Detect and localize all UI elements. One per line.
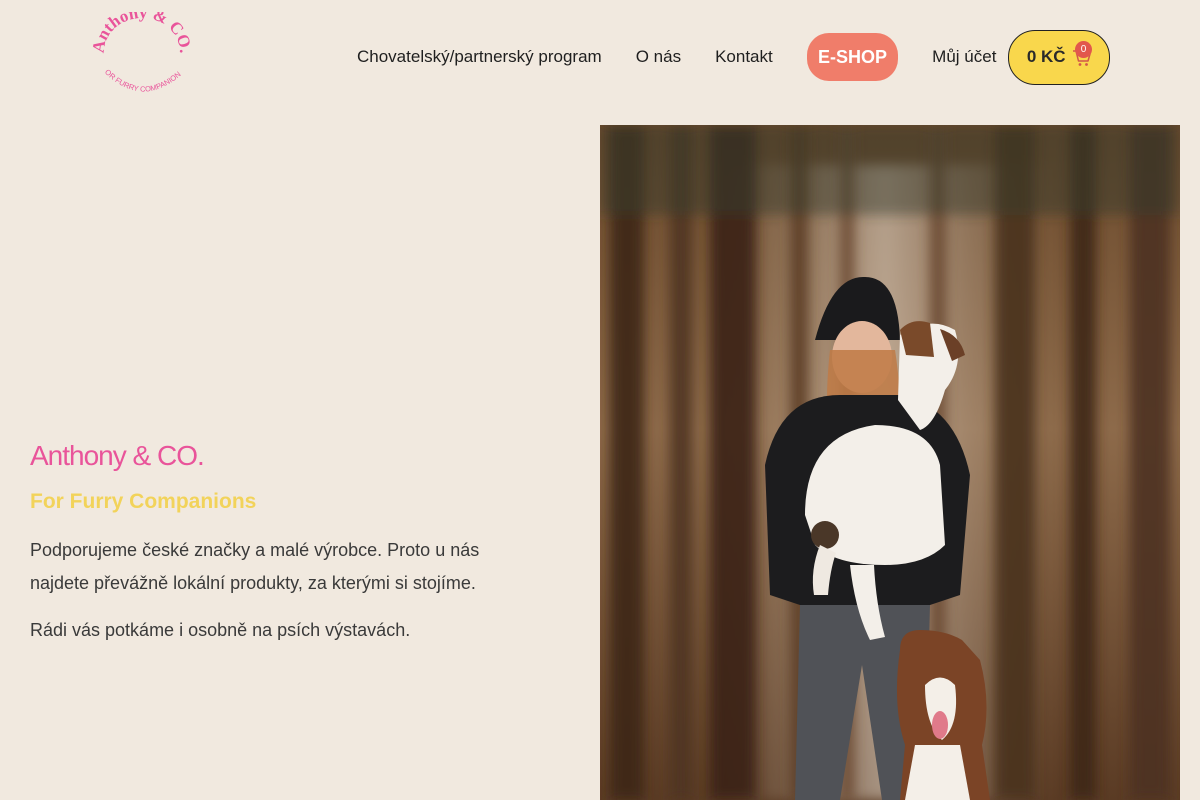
my-account-link[interactable]: Můj účet: [932, 47, 996, 67]
eshop-button[interactable]: E-SHOP: [806, 33, 899, 81]
main-navigation: Chovatelský/partnerský program O nás Kon…: [340, 29, 1110, 85]
hero-paragraph-dog-shows: Rádi vás potkáme i osobně na psích výsta…: [30, 620, 411, 640]
hero-photo: [600, 125, 1180, 800]
logo-wordmark: Anthony & CO.: [92, 12, 192, 54]
hero-title: Anthony & CO.: [30, 440, 205, 471]
cart-button[interactable]: 0 KČ 0: [1008, 29, 1110, 85]
brand-logo[interactable]: Anthony & CO. FOR FURRY COMPANIONS: [92, 12, 192, 104]
nav-link-breeder-program[interactable]: Chovatelský/partnerský program: [357, 47, 602, 67]
hero-paragraph-local-brands: Podporujeme české značky a malé výrobce.…: [30, 540, 480, 593]
cart-total: 0 KČ: [1026, 47, 1066, 66]
hero-subtitle: For Furry Companions: [30, 490, 257, 513]
forest-dogs-illustration: [600, 125, 1180, 800]
hero-text-section: Anthony & CO. For Furry Companions Podpo…: [30, 440, 530, 647]
cart-count-badge: 0: [1075, 40, 1092, 58]
logo-image: Anthony & CO. FOR FURRY COMPANIONS: [92, 12, 192, 94]
nav-link-contact[interactable]: Kontakt: [715, 47, 773, 67]
nav-link-about[interactable]: O nás: [636, 47, 681, 67]
